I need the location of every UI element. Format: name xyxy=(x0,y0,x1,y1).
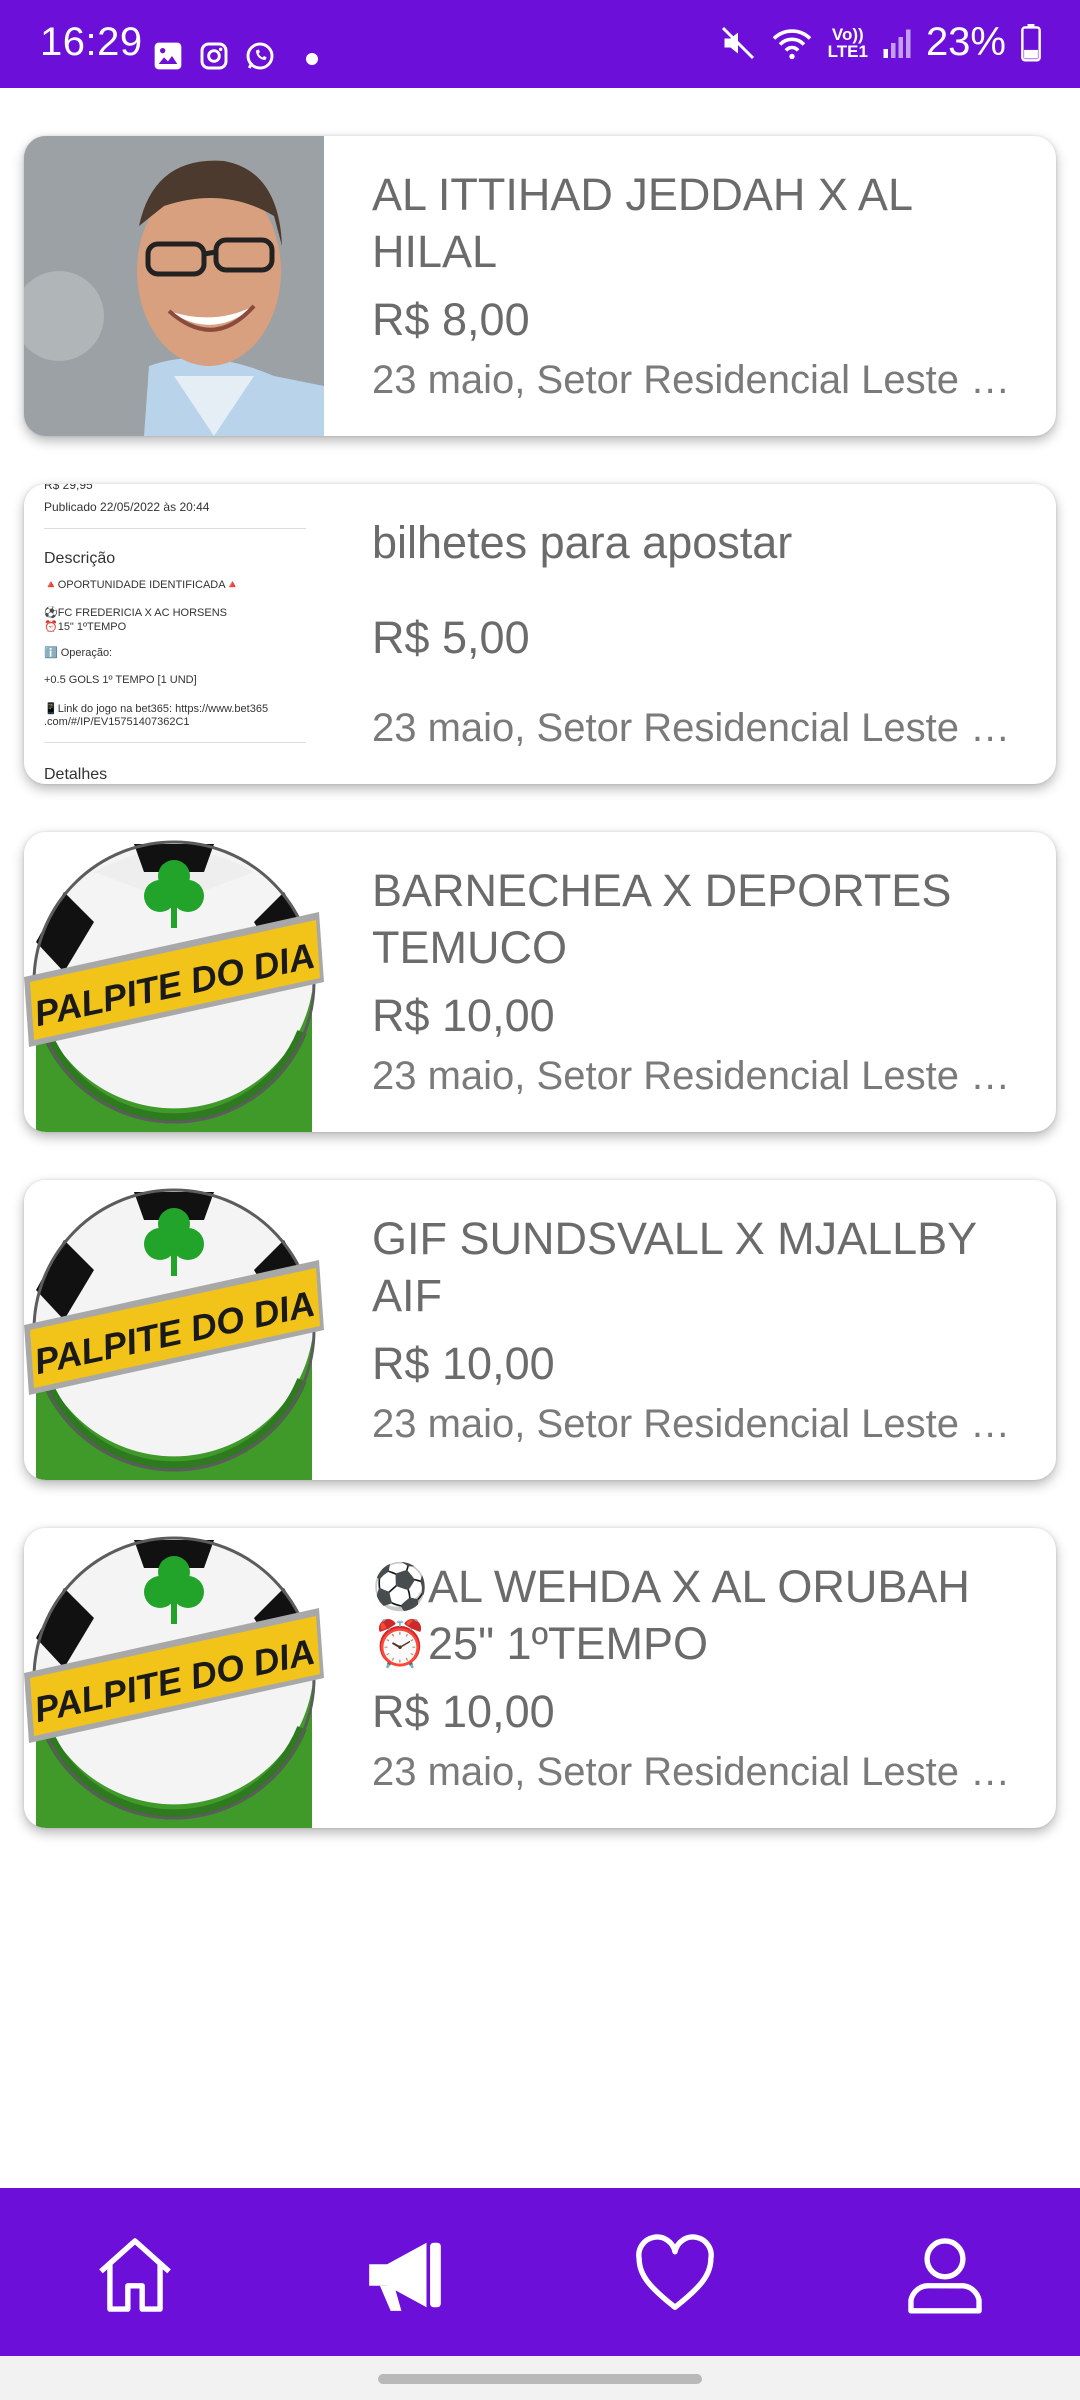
doc-line: 🔺OPORTUNIDADE IDENTIFICADA🔺 xyxy=(44,579,240,591)
portrait-photo xyxy=(24,136,324,436)
doc-heading: Descrição xyxy=(44,550,116,567)
doc-line: ⏰15" 1ºTEMPO xyxy=(44,621,127,633)
status-bar: 16:29 Vo)) LTE1 23% xyxy=(0,0,1080,88)
home-icon[interactable] xyxy=(92,2232,178,2318)
listing-price: R$ 10,00 xyxy=(372,990,555,1041)
doc-divider xyxy=(44,528,306,529)
listing-card[interactable]: R$ 29,95 Publicado 22/05/2022 às 20:44 D… xyxy=(24,484,1056,784)
palpite-logo: PALPITE DO DIA xyxy=(24,1180,324,1480)
volte-label: Vo)) xyxy=(831,24,864,44)
listing-thumbnail xyxy=(24,136,324,436)
home-gesture-handle[interactable] xyxy=(378,2374,702,2384)
listing-location: 23 maio, Setor Residencial Leste - Plana… xyxy=(372,358,1012,402)
more-notifications-dot xyxy=(306,53,318,65)
instagram-icon xyxy=(200,42,228,70)
listing-title: ⚽AL WEHDA X AL ORUBAH ⏰25" 1ºTEMPO xyxy=(372,1561,970,1669)
listing-price: R$ 10,00 xyxy=(372,1338,555,1389)
listing-location: 23 maio, Setor Residencial Leste - Plana… xyxy=(372,1402,1012,1446)
doc-divider xyxy=(44,742,306,743)
listing-card[interactable]: AL ITTIHAD JEDDAH X AL HILAL R$ 8,00 23 … xyxy=(24,136,1056,436)
doc-line: ⚽FC FREDERICIA X AC HORSENS xyxy=(44,607,228,619)
signal-icon xyxy=(883,29,911,58)
listing-thumbnail: PALPITE DO DIA xyxy=(24,832,324,1132)
doc-line: ℹ️ Operação: xyxy=(44,647,113,659)
heart-icon[interactable] xyxy=(632,2232,718,2318)
listing-title: AL ITTIHAD JEDDAH X AL HILAL xyxy=(372,169,912,277)
listing-card[interactable]: PALPITE DO DIA GIF SUNDSVALL X MJALLBY A… xyxy=(24,1180,1056,1480)
battery-percent: 23% xyxy=(925,20,1006,64)
profile-icon[interactable] xyxy=(902,2232,988,2318)
whatsapp-icon xyxy=(246,42,274,70)
notification-icons xyxy=(152,40,276,72)
battery-icon xyxy=(1021,23,1041,61)
listing-title: BARNECHEA X DEPORTES TEMUCO xyxy=(372,865,952,973)
doc-line: .com/#/IP/EV15751407362C1 xyxy=(44,716,190,728)
listing-price: R$ 8,00 xyxy=(372,294,530,345)
listing-location: 23 maio, Setor Residencial Leste - Plana… xyxy=(372,706,1012,750)
gallery-icon xyxy=(154,42,182,70)
listing-thumbnail: PALPITE DO DIA xyxy=(24,1180,324,1480)
palpite-logo: PALPITE DO DIA xyxy=(24,1528,324,1828)
listing-title: bilhetes para apostar xyxy=(372,517,793,568)
listing-thumbnail: PALPITE DO DIA xyxy=(24,1528,324,1828)
doc-footer: Detalhes xyxy=(44,766,108,783)
listing-location: 23 maio, Setor Residencial Leste - Plana… xyxy=(372,1750,1012,1794)
doc-line: +0.5 GOLS 1º TEMPO [1 UND] xyxy=(44,674,197,686)
mute-icon xyxy=(721,26,754,59)
doc-price-cut: R$ 29,95 xyxy=(44,484,93,492)
listing-card[interactable]: PALPITE DO DIA ⚽AL WEHDA X AL ORUBAH ⏰25… xyxy=(24,1528,1056,1828)
palpite-logo: PALPITE DO DIA xyxy=(24,832,324,1132)
listing-title: GIF SUNDSVALL X MJALLBY AIF xyxy=(372,1213,977,1321)
listing-card[interactable]: PALPITE DO DIA BARNECHEA X DEPORTES TEMU… xyxy=(24,832,1056,1132)
listing-thumbnail: R$ 29,95 Publicado 22/05/2022 às 20:44 D… xyxy=(24,484,324,784)
doc-line: 📱Link do jogo na bet365: https://www.bet… xyxy=(44,703,269,715)
listing-price: R$ 5,00 xyxy=(372,612,530,663)
bottom-navigation xyxy=(0,2188,1080,2356)
listing-price: R$ 10,00 xyxy=(372,1686,555,1737)
doc-published: Publicado 22/05/2022 às 20:44 xyxy=(44,500,210,514)
lte-label: LTE1 xyxy=(827,41,868,61)
system-icons: Vo)) LTE1 23% xyxy=(720,20,1042,65)
clock: 16:29 xyxy=(40,20,143,64)
listing-location: 23 maio, Setor Residencial Leste - Plana… xyxy=(372,1054,1012,1098)
network-type-label: Vo)) LTE1 xyxy=(828,26,868,60)
megaphone-icon[interactable] xyxy=(362,2232,448,2318)
wifi-icon xyxy=(772,28,811,59)
